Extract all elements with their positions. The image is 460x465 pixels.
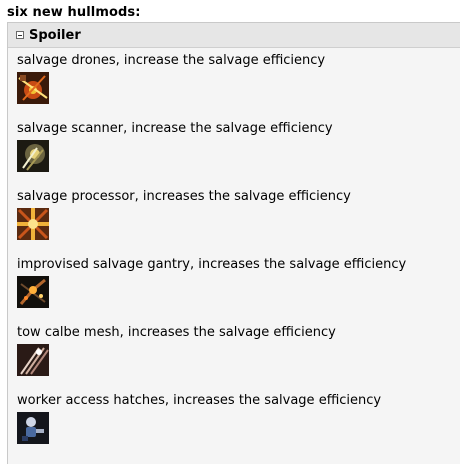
item-text: improvised salvage gantry, increases the…: [17, 257, 407, 272]
worker-access-hatches-icon: [17, 412, 49, 444]
item-text: salvage drones, increase the salvage eff…: [17, 53, 326, 68]
item-text: salvage processor, increases the salvage…: [17, 189, 351, 204]
spoiler-toggle[interactable]: Spoiler: [8, 23, 460, 48]
list-item: tow calbe mesh, increases the salvage ef…: [17, 325, 336, 376]
item-text: worker access hatches, increases the sal…: [17, 393, 382, 408]
salvage-processor-icon: [17, 208, 49, 240]
item-text: tow calbe mesh, increases the salvage ef…: [17, 325, 336, 340]
list-item: worker access hatches, increases the sal…: [17, 393, 381, 444]
item-text: salvage scanner, increase the salvage ef…: [17, 121, 333, 136]
salvage-scanner-icon: [17, 140, 49, 172]
salvage-drones-icon: [17, 72, 49, 104]
tow-cable-mesh-icon: [17, 344, 49, 376]
list-item: improvised salvage gantry, increases the…: [17, 257, 406, 308]
list-item: salvage scanner, increase the salvage ef…: [17, 121, 333, 172]
salvage-gantry-icon: [17, 276, 49, 308]
spoiler-box: Spoiler salvage drones, increase the sal…: [7, 22, 460, 464]
list-item: salvage processor, increases the salvage…: [17, 189, 351, 240]
list-item: salvage drones, increase the salvage eff…: [17, 53, 325, 104]
collapse-icon[interactable]: [16, 31, 24, 39]
spoiler-label: Spoiler: [29, 27, 81, 43]
post-heading: six new hullmods:: [7, 5, 141, 20]
